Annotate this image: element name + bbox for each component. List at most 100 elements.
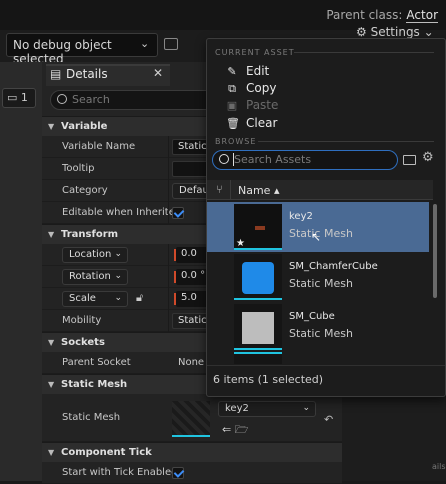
asset-type: Static Mesh (289, 327, 353, 340)
asset-thumbnail (234, 254, 282, 300)
scale-mode-select[interactable]: Scale ⌄ (62, 291, 128, 307)
asset-thumbnail: ★ (234, 204, 282, 250)
location-label: Location (69, 249, 112, 260)
folder-icon[interactable] (403, 155, 416, 165)
mouse-pointer-icon: ↖ (311, 230, 322, 244)
use-selected-icon[interactable]: ⇐ (222, 423, 231, 436)
details-tab-icon: ▤ (50, 67, 62, 81)
collapse-arrow-icon: ▼ (48, 448, 55, 457)
static-mesh-actions: ⇐ 🗁︎ (222, 421, 248, 440)
paste-icon: ▣ (226, 99, 238, 112)
debug-object-select[interactable]: No debug object selected (6, 33, 158, 66)
collapse-arrow-icon: ▼ (48, 338, 55, 347)
partial-text: ails. (432, 462, 446, 471)
details-tab-title: Details (66, 67, 108, 81)
chevron-down-icon: ⌄ (302, 403, 310, 413)
header-line (294, 52, 434, 53)
camera-icon: ▭ (7, 91, 18, 104)
parent-socket-value[interactable]: None (178, 357, 204, 368)
list-item[interactable]: SM_Cube Static Mesh (207, 302, 429, 352)
trash-icon: 🗑︎ (226, 117, 240, 130)
start-with-tick-checkbox[interactable] (172, 467, 184, 479)
collapse-arrow-icon: ▼ (48, 380, 55, 389)
column-divider (168, 136, 169, 224)
menu-item-label: Edit (246, 64, 270, 78)
asset-name: key2 (289, 211, 313, 222)
parent-class-info: Parent class: Actor (326, 8, 438, 23)
section-label: Variable (61, 121, 108, 132)
key-mesh-preview (255, 226, 265, 230)
parent-class-link[interactable]: Actor (406, 8, 438, 23)
rotation-mode-select[interactable]: Rotation ⌄ (62, 269, 128, 285)
column-divider (230, 180, 231, 200)
asset-search-placeholder: Search Assets (234, 153, 312, 166)
menu-item-label: Copy (246, 81, 277, 95)
viewport-strip[interactable] (0, 62, 42, 481)
row-label: Start with Tick Enabled (62, 467, 178, 478)
browse-folder-icon[interactable]: 🗁︎ (235, 423, 249, 436)
editable-when-inherited-checkbox[interactable] (172, 207, 184, 219)
cube-preview (242, 312, 274, 344)
chevron-down-icon: ⌄ (114, 293, 122, 303)
chevron-down-icon: ⌄ (114, 271, 122, 281)
details-search-placeholder: Search (72, 93, 110, 106)
column-name-label: Name (238, 184, 271, 197)
chevron-down-icon: ⌄ (140, 37, 150, 50)
header-line (258, 141, 434, 142)
section-component-tick[interactable]: ▼ Component Tick (42, 442, 342, 462)
menu-item-copy[interactable]: ⧉ Copy (226, 81, 276, 96)
menu-item-label: Clear (246, 116, 278, 130)
static-mesh-picker[interactable]: key2 ⌄ (218, 401, 316, 417)
row-label: Variable Name (62, 141, 136, 152)
camera-speed-value: 1 (20, 91, 28, 104)
menu-item-label: Paste (246, 98, 279, 112)
parent-class-label: Parent class: (326, 8, 403, 22)
asset-name: SM_ChamferCube (289, 261, 378, 272)
sort-ascending-icon: ▴ (273, 184, 280, 197)
location-mode-select[interactable]: Location ⌄ (62, 247, 128, 263)
gear-icon[interactable]: ⚙ (422, 150, 434, 165)
list-item[interactable]: ★ key2 Static Mesh ↖ (207, 202, 429, 252)
thumbnail-underline (234, 298, 282, 300)
next-asset-thumbnail (234, 352, 282, 364)
column-header-name[interactable]: Name ▴ (238, 184, 279, 197)
chamfer-cube-preview (242, 262, 274, 294)
column-divider (168, 244, 169, 332)
close-icon[interactable]: ✕ (153, 66, 163, 80)
browse-header: BROWSE (215, 137, 257, 146)
chevron-down-icon: ⌄ (423, 25, 434, 39)
asset-type: Static Mesh (289, 277, 353, 290)
section-label: Component Tick (61, 447, 152, 458)
branch-icon[interactable]: ⑂ (216, 183, 223, 196)
static-mesh-value: key2 (225, 403, 249, 414)
row-label: Category (62, 185, 108, 196)
debug-filter-icon[interactable] (164, 38, 178, 50)
row-label: Tooltip (62, 163, 95, 174)
row-label: Mobility (62, 315, 102, 326)
menu-item-edit[interactable]: ✎ Edit (226, 64, 269, 78)
list-item[interactable]: SM_ChamferCube Static Mesh (207, 252, 429, 302)
row-label: Editable when Inherited (62, 207, 182, 218)
tab-details[interactable] (46, 64, 170, 86)
rotation-label: Rotation (69, 271, 111, 282)
static-mesh-thumbnail[interactable] (172, 401, 210, 437)
menu-item-paste[interactable]: ▣ Paste (226, 98, 279, 112)
menu-item-clear[interactable]: 🗑︎ Clear (226, 116, 277, 130)
reset-arrow-icon[interactable]: ↶ (324, 413, 333, 426)
gear-icon: ⚙ (356, 25, 367, 39)
search-icon (57, 94, 67, 104)
asset-thumbnail (234, 304, 282, 350)
row-label: Static Mesh (62, 412, 121, 423)
scale-label: Scale (69, 293, 96, 304)
section-label: Transform (61, 229, 119, 240)
asset-list-scrollbar[interactable] (433, 204, 437, 298)
settings-button[interactable]: ⚙ Settings ⌄ (356, 25, 434, 39)
row-label: Parent Socket (62, 357, 131, 368)
search-icon (219, 154, 229, 164)
lock-icon[interactable]: 🔓︎ (136, 291, 143, 305)
current-asset-header: CURRENT ASSET (215, 48, 295, 57)
section-label: Sockets (61, 337, 105, 348)
settings-label: Settings (370, 25, 420, 39)
asset-name: SM_Cube (289, 311, 335, 322)
camera-speed-button[interactable]: ▭ 1 (2, 88, 36, 108)
